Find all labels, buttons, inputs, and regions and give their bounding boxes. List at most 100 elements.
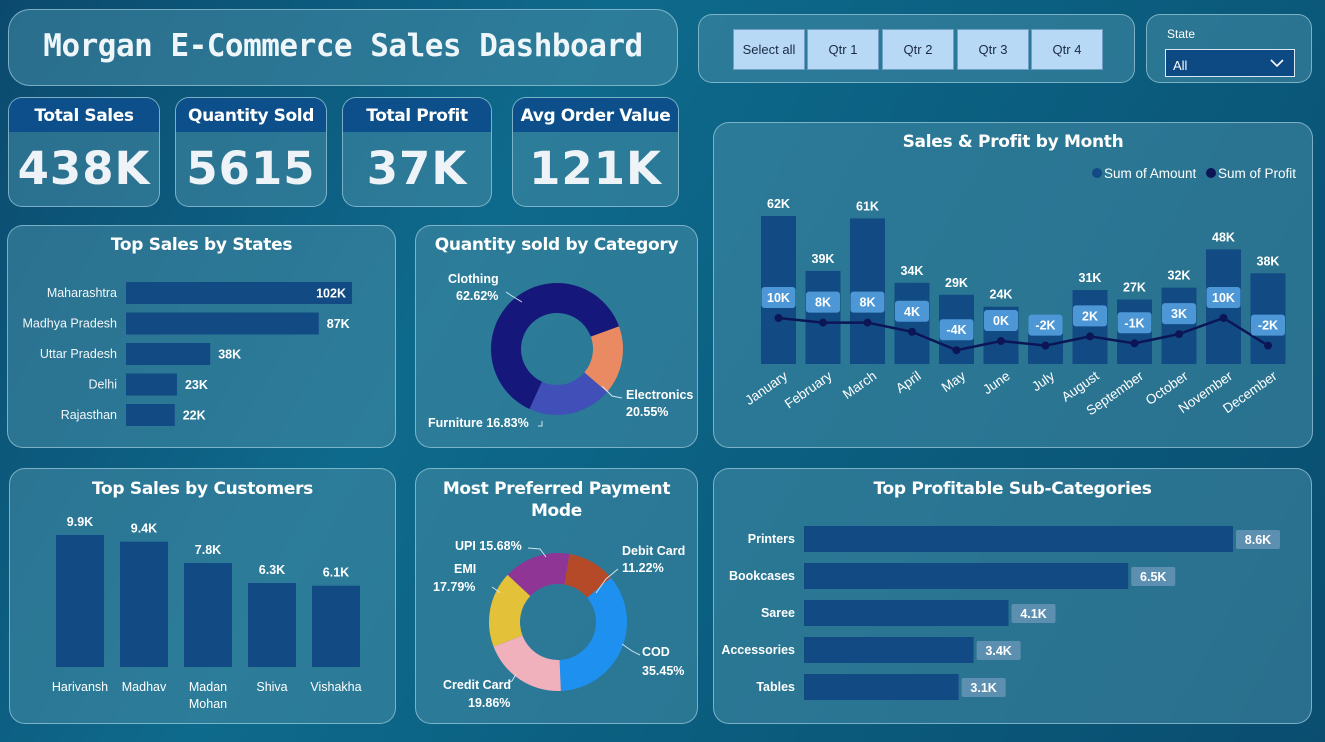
month-label: July [1029,368,1057,394]
data-label: 39K [812,252,835,266]
category-label: Accessories [721,643,795,657]
data-label: 34K [901,264,924,278]
category-label: Vishakha [310,680,361,694]
category-label: Uttar Pradesh [40,347,117,361]
data-label: 38K [218,348,241,362]
kpi-avg-order-value: Avg Order Value 121K [512,97,679,207]
profit-point [1041,341,1050,350]
data-label: 48K [1212,230,1235,244]
bar [804,600,1009,626]
slice-label: COD [642,645,670,659]
bar [248,583,296,667]
bar [126,343,211,365]
profit-point [1264,341,1272,350]
state-filter-label: State [1167,27,1196,41]
kpi-quantity-sold: Quantity Sold 5615 [175,97,327,207]
data-label: 29K [945,276,968,290]
slice-label: Electronics [626,388,693,402]
slicer-qtr4-button[interactable]: Qtr 4 [1031,29,1103,70]
slice-pct: 17.79% [433,580,475,594]
title-card: Morgan E-Commerce Sales Dashboard [8,9,678,86]
category-label: Shiva [256,680,287,694]
state-dropdown[interactable]: All [1165,49,1295,77]
chevron-down-icon [1270,59,1284,68]
data-label: 6.5K [1140,570,1166,584]
category-label: Printers [748,532,795,546]
profit-label: 8K [860,296,876,310]
month-label: April [893,368,924,396]
payment-donut-chart: Debit Card 11.22% COD 35.45% Credit Card 19.8… [433,539,685,710]
category-label: Madhya Pradesh [22,317,117,331]
data-label: 9.9K [67,515,93,529]
states-bar-chart: Maharashtra 102K Madhya Pradesh 87K Uttar Pr… [22,282,352,426]
profit-label: 0K [993,314,1009,328]
kpi-value: 438K [17,142,151,195]
kpi-total-sales: Total Sales 438K [8,97,160,207]
profit-point [863,318,872,327]
category-panel: Quantity sold by Category Clothing 62.62%… [415,225,698,448]
kpi-total-profit: Total Profit 37K [342,97,492,207]
slicer-qtr2-button[interactable]: Qtr 2 [882,29,954,70]
bar [804,637,974,663]
month-combo-chart: Sum of Amount Sum of Profit62KJanuary39KF… [742,166,1296,418]
profit-point [952,346,961,355]
category-label: Bookcases [729,569,795,583]
kpi-value: 121K [529,142,662,195]
leader-line [538,421,543,427]
data-label: 6.1K [323,566,349,580]
bar [804,563,1129,589]
category-label: Madhav [122,680,167,694]
profit-point [1130,339,1139,348]
category-label: Rajasthan [61,408,117,422]
slicer-qtr3-button[interactable]: Qtr 3 [957,29,1029,70]
profit-point [1175,330,1183,339]
slice-pct: 19.86% [468,696,510,710]
slicer-select-all-button[interactable]: Select all [733,29,805,70]
data-label: 32K [1168,269,1191,283]
profit-point [908,327,916,336]
slice-label: Credit Card [443,678,511,692]
profit-point [819,318,827,327]
data-label: 3.4K [985,644,1011,658]
slicer-qtr1-button[interactable]: Qtr 1 [807,29,879,70]
category-label: Mohan [189,697,227,711]
profit-label: -2K [1035,319,1055,333]
data-label: 22K [183,409,206,423]
data-label: 23K [185,378,208,392]
kpi-label: Quantity Sold [176,98,326,132]
data-label: 27K [1123,281,1146,295]
category-donut-chart: Clothing 62.62% Electronics 20.55% Furniture… [428,272,693,430]
donut-slice-cod [559,577,627,691]
slice-label: Furniture 16.83% [428,416,529,430]
bar [805,270,841,364]
states-panel: Top Sales by States Maharashtra 102K Madhy… [7,225,396,448]
profit-label: 10K [1212,291,1235,305]
profit-label: 8K [815,296,831,310]
data-label: 6.3K [259,563,285,577]
bar [804,526,1233,552]
leader-line [621,643,641,656]
bar [126,312,319,335]
bar [894,282,930,364]
slice-pct: 35.45% [642,664,684,678]
month-label: June [980,368,1013,397]
slice-label: Debit Card [622,544,685,558]
data-label: 3.1K [970,681,996,695]
data-label: 61K [856,199,879,213]
category-label: Tables [756,680,795,694]
kpi-label: Total Profit [343,98,491,132]
page-title: Morgan E-Commerce Sales Dashboard [43,28,643,64]
month-label: March [840,368,879,402]
data-label: 62K [767,197,790,211]
legend-label: Sum of Profit [1218,166,1296,181]
category-label: Saree [761,606,795,620]
profit-label: -1K [1124,316,1144,330]
bar [850,218,885,364]
profit-point [774,314,783,322]
kpi-value: 5615 [186,142,316,195]
slice-pct: 11.22% [622,561,664,575]
customers-panel: Top Sales by Customers 9.9K Harivansh 9.4K… [9,468,396,724]
customers-bar-chart: 9.9K Harivansh 9.4K Madhav 7.8K Madan Mohan 6.3… [52,515,362,711]
data-label: 7.8K [195,543,221,557]
kpi-label: Avg Order Value [513,98,678,132]
